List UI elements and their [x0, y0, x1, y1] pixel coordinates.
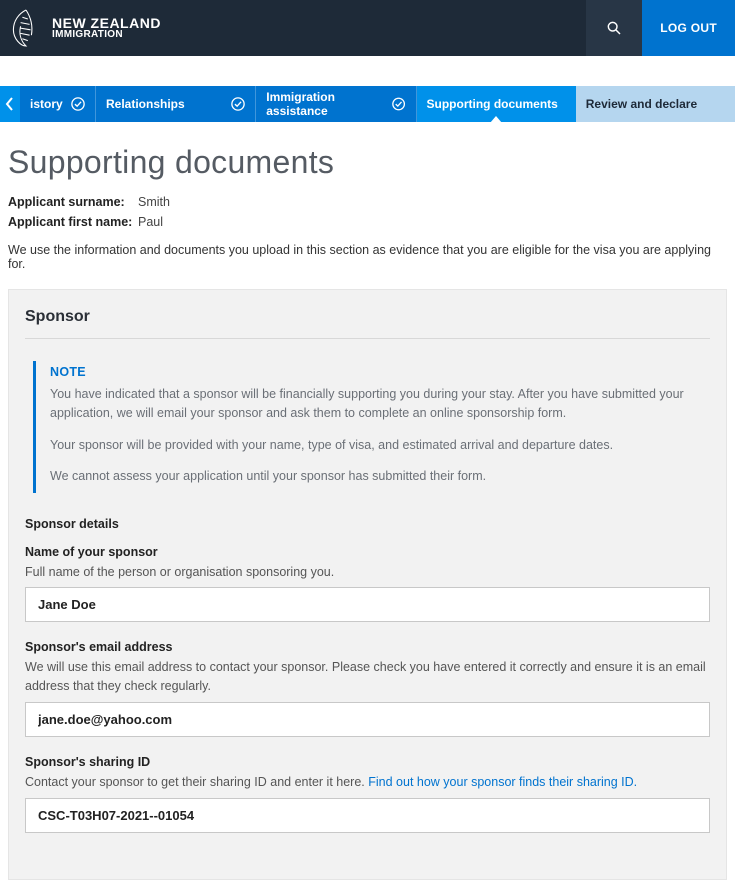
sponsor-email-input[interactable]	[25, 702, 710, 737]
tab-label: Relationships	[106, 97, 185, 111]
sponsor-name-input[interactable]	[25, 587, 710, 622]
logout-button[interactable]: LOG OUT	[642, 0, 735, 56]
check-circle-icon	[392, 97, 405, 111]
tab-immigration-assistance[interactable]: Immigration assistance	[256, 86, 416, 122]
check-circle-icon	[231, 97, 245, 111]
tabs-scroll-left[interactable]	[0, 86, 20, 122]
search-button[interactable]	[586, 0, 642, 56]
field-label: Sponsor's email address	[25, 640, 710, 654]
progress-tabs: istory Relationships Immigration assista…	[0, 86, 735, 122]
page-content: Supporting documents Applicant surname: …	[0, 122, 735, 880]
sharing-help-text: Contact your sponsor to get their sharin…	[25, 775, 368, 789]
sponsor-email-field: Sponsor's email address We will use this…	[25, 640, 710, 737]
surname-value: Smith	[138, 195, 170, 209]
applicant-firstname-row: Applicant first name: Paul	[8, 215, 727, 229]
note-paragraph: You have indicated that a sponsor will b…	[50, 385, 692, 424]
sponsor-panel: Sponsor NOTE You have indicated that a s…	[8, 289, 727, 880]
firstname-label: Applicant first name:	[8, 215, 138, 229]
field-help: Contact your sponsor to get their sharin…	[25, 773, 710, 792]
check-circle-icon	[71, 97, 85, 111]
tab-label: Supporting documents	[427, 97, 558, 111]
sponsor-details: Sponsor details Name of your sponsor Ful…	[25, 517, 710, 833]
field-help: We will use this email address to contac…	[25, 658, 710, 696]
tab-review-declare[interactable]: Review and declare	[576, 86, 735, 122]
page-title: Supporting documents	[8, 144, 727, 181]
field-label: Name of your sponsor	[25, 545, 710, 559]
app-header: NEW ZEALAND IMMIGRATION LOG OUT	[0, 0, 735, 56]
field-label: Sponsor's sharing ID	[25, 755, 710, 769]
field-help: Full name of the person or organisation …	[25, 563, 710, 582]
tab-label: istory	[30, 97, 63, 111]
brand-line2: IMMIGRATION	[52, 30, 161, 40]
sponsor-sharing-id-field: Sponsor's sharing ID Contact your sponso…	[25, 755, 710, 833]
tab-supporting-documents[interactable]: Supporting documents	[417, 86, 576, 122]
brand-text: NEW ZEALAND IMMIGRATION	[52, 16, 161, 40]
note-title: NOTE	[50, 365, 692, 379]
note-paragraph: We cannot assess your application until …	[50, 467, 692, 486]
brand-line1: NEW ZEALAND	[52, 16, 161, 30]
sponsor-note: NOTE You have indicated that a sponsor w…	[33, 361, 702, 493]
chevron-left-icon	[5, 97, 15, 111]
tab-relationships[interactable]: Relationships	[96, 86, 256, 122]
sponsor-heading: Sponsor	[25, 308, 710, 339]
tab-history[interactable]: istory	[20, 86, 96, 122]
tab-label: Review and declare	[586, 97, 697, 111]
sponsor-sharing-id-input[interactable]	[25, 798, 710, 833]
sponsor-name-field: Name of your sponsor Full name of the pe…	[25, 545, 710, 623]
search-icon	[606, 20, 622, 36]
brand: NEW ZEALAND IMMIGRATION	[8, 8, 586, 48]
tab-label: Immigration assistance	[266, 90, 392, 119]
firstname-value: Paul	[138, 215, 163, 229]
intro-text: We use the information and documents you…	[8, 243, 727, 271]
applicant-surname-row: Applicant surname: Smith	[8, 195, 727, 209]
surname-label: Applicant surname:	[8, 195, 138, 209]
fern-icon	[8, 8, 44, 48]
sponsor-details-label: Sponsor details	[25, 517, 710, 531]
note-paragraph: Your sponsor will be provided with your …	[50, 436, 692, 455]
sharing-id-help-link[interactable]: Find out how your sponsor finds their sh…	[368, 775, 637, 789]
